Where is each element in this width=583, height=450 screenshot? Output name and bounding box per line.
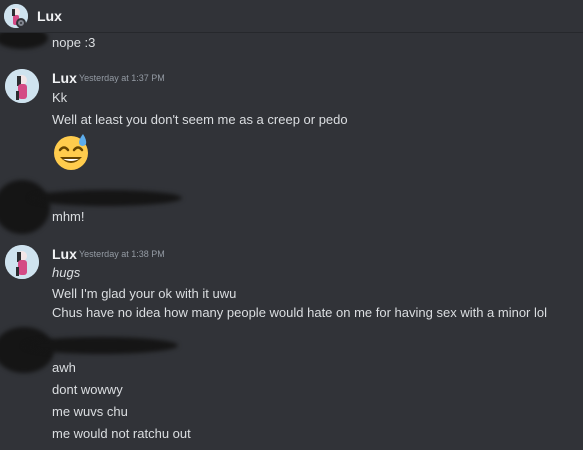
message-text: awh (52, 360, 76, 375)
message-timestamp: Yesterday at 1:37 PM (79, 73, 165, 83)
message-text: hugs (52, 265, 81, 280)
sweat-smile-emoji-icon[interactable] (51, 132, 91, 172)
message-text: Well at least you don't seem me as a cre… (52, 112, 348, 127)
author-name[interactable]: Lux (52, 246, 77, 262)
message-text: Chus have no idea how many people would … (52, 305, 548, 320)
avatar-image (5, 245, 39, 279)
message-text: Well I'm glad your ok with it uwu (52, 286, 237, 301)
message-text: dont wowwy (52, 382, 123, 397)
user-avatar[interactable] (5, 69, 39, 103)
message-text: me would not ratchu out (52, 426, 191, 441)
author-name[interactable]: Lux (52, 70, 77, 86)
message-text: me wuvs chu (52, 404, 128, 419)
status-indicator (16, 18, 26, 28)
redaction-mark (0, 180, 50, 234)
channel-header: Lux (0, 0, 583, 33)
redaction-mark (24, 337, 178, 354)
message-timestamp: Yesterday at 1:38 PM (79, 249, 165, 259)
redaction-mark (30, 190, 182, 206)
message-text: mhm! (52, 209, 85, 224)
user-avatar[interactable] (5, 245, 39, 279)
message-text: Kk (52, 90, 68, 105)
message-text: nope :3 (52, 35, 96, 50)
avatar-image (5, 69, 39, 103)
channel-title: Lux (37, 8, 62, 24)
